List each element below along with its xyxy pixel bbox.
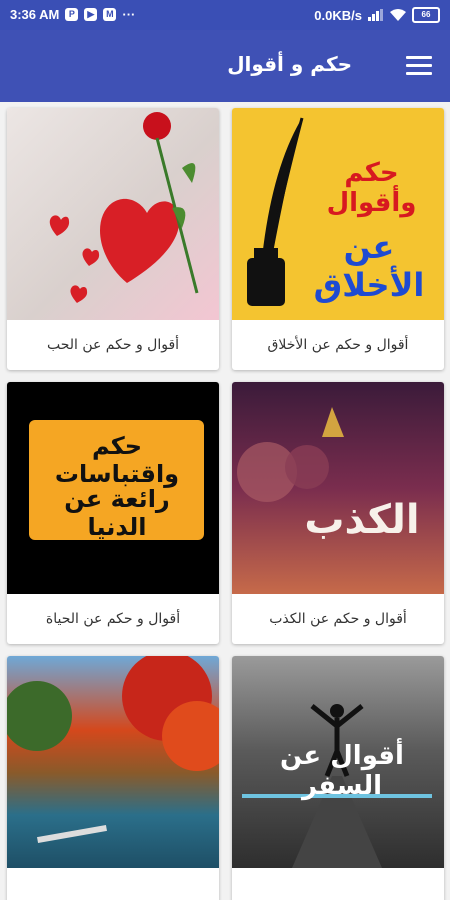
autumn-trees-icon <box>7 656 219 844</box>
card-caption-travel <box>232 868 444 900</box>
card-image-nature <box>7 656 219 868</box>
category-grid: حكم وأقوال عن الأخلاق أقوال و حكم عن الأ… <box>0 102 450 900</box>
notification-mail-icon: M <box>103 8 117 21</box>
card-love[interactable]: أقوال و حكم عن الحب <box>7 108 219 370</box>
card-image-lying: الكذب <box>232 382 444 594</box>
status-left: 3:36 AM P ▶ M ··· <box>10 7 135 22</box>
notification-more-icon: ··· <box>122 7 136 22</box>
card-lying[interactable]: الكذب أقوال و حكم عن الكذب <box>232 382 444 644</box>
card-image-subtitle-life: رائعة عن الدنيا <box>64 485 170 541</box>
card-image-title-travel: أقوال عن السفر <box>280 741 404 801</box>
card-image-subtitle-ethics: عن الأخلاق <box>313 228 425 304</box>
card-travel[interactable]: أقوال عن السفر <box>232 656 444 900</box>
page-title: حكم و أقوال <box>227 52 352 76</box>
heart-rose-icon <box>49 112 199 303</box>
hamburger-menu-icon[interactable] <box>406 54 432 76</box>
status-bar: 3:36 AM P ▶ M ··· 0.0KB/s 66 <box>0 0 450 30</box>
card-caption-love: أقوال و حكم عن الحب <box>46 337 180 353</box>
card-caption-ethics: أقوال و حكم عن الأخلاق <box>267 337 409 353</box>
status-right: 0.0KB/s 66 <box>314 7 440 23</box>
notification-play-icon: ▶ <box>84 8 98 21</box>
card-life[interactable]: حكم واقتباسات رائعة عن الدنيا أقوال و حك… <box>7 382 219 644</box>
card-image-title-lying: الكذب <box>304 497 420 543</box>
card-caption-nature <box>7 868 219 900</box>
card-caption-lying: أقوال و حكم عن الكذب <box>269 611 407 627</box>
card-image-travel: أقوال عن السفر <box>232 656 444 868</box>
silhouette-faces-icon <box>237 407 344 502</box>
card-image-life: حكم واقتباسات رائعة عن الدنيا <box>7 382 219 594</box>
card-image-ethics: حكم وأقوال عن الأخلاق <box>232 108 444 320</box>
card-nature[interactable] <box>7 656 219 900</box>
card-image-title-life: حكم واقتباسات <box>54 432 180 488</box>
signal-icon <box>368 9 383 21</box>
app-bar: حكم و أقوال <box>0 30 450 102</box>
wifi-icon <box>390 9 406 21</box>
network-speed: 0.0KB/s <box>314 7 362 23</box>
notification-p-icon: P <box>65 8 79 21</box>
card-ethics[interactable]: حكم وأقوال عن الأخلاق أقوال و حكم عن الأ… <box>232 108 444 370</box>
card-image-love <box>7 108 219 320</box>
card-caption-life: أقوال و حكم عن الحياة <box>45 611 181 627</box>
battery-icon: 66 <box>412 7 440 23</box>
card-image-title-ethics: حكم وأقوال <box>326 158 417 218</box>
status-time: 3:36 AM <box>10 7 60 22</box>
